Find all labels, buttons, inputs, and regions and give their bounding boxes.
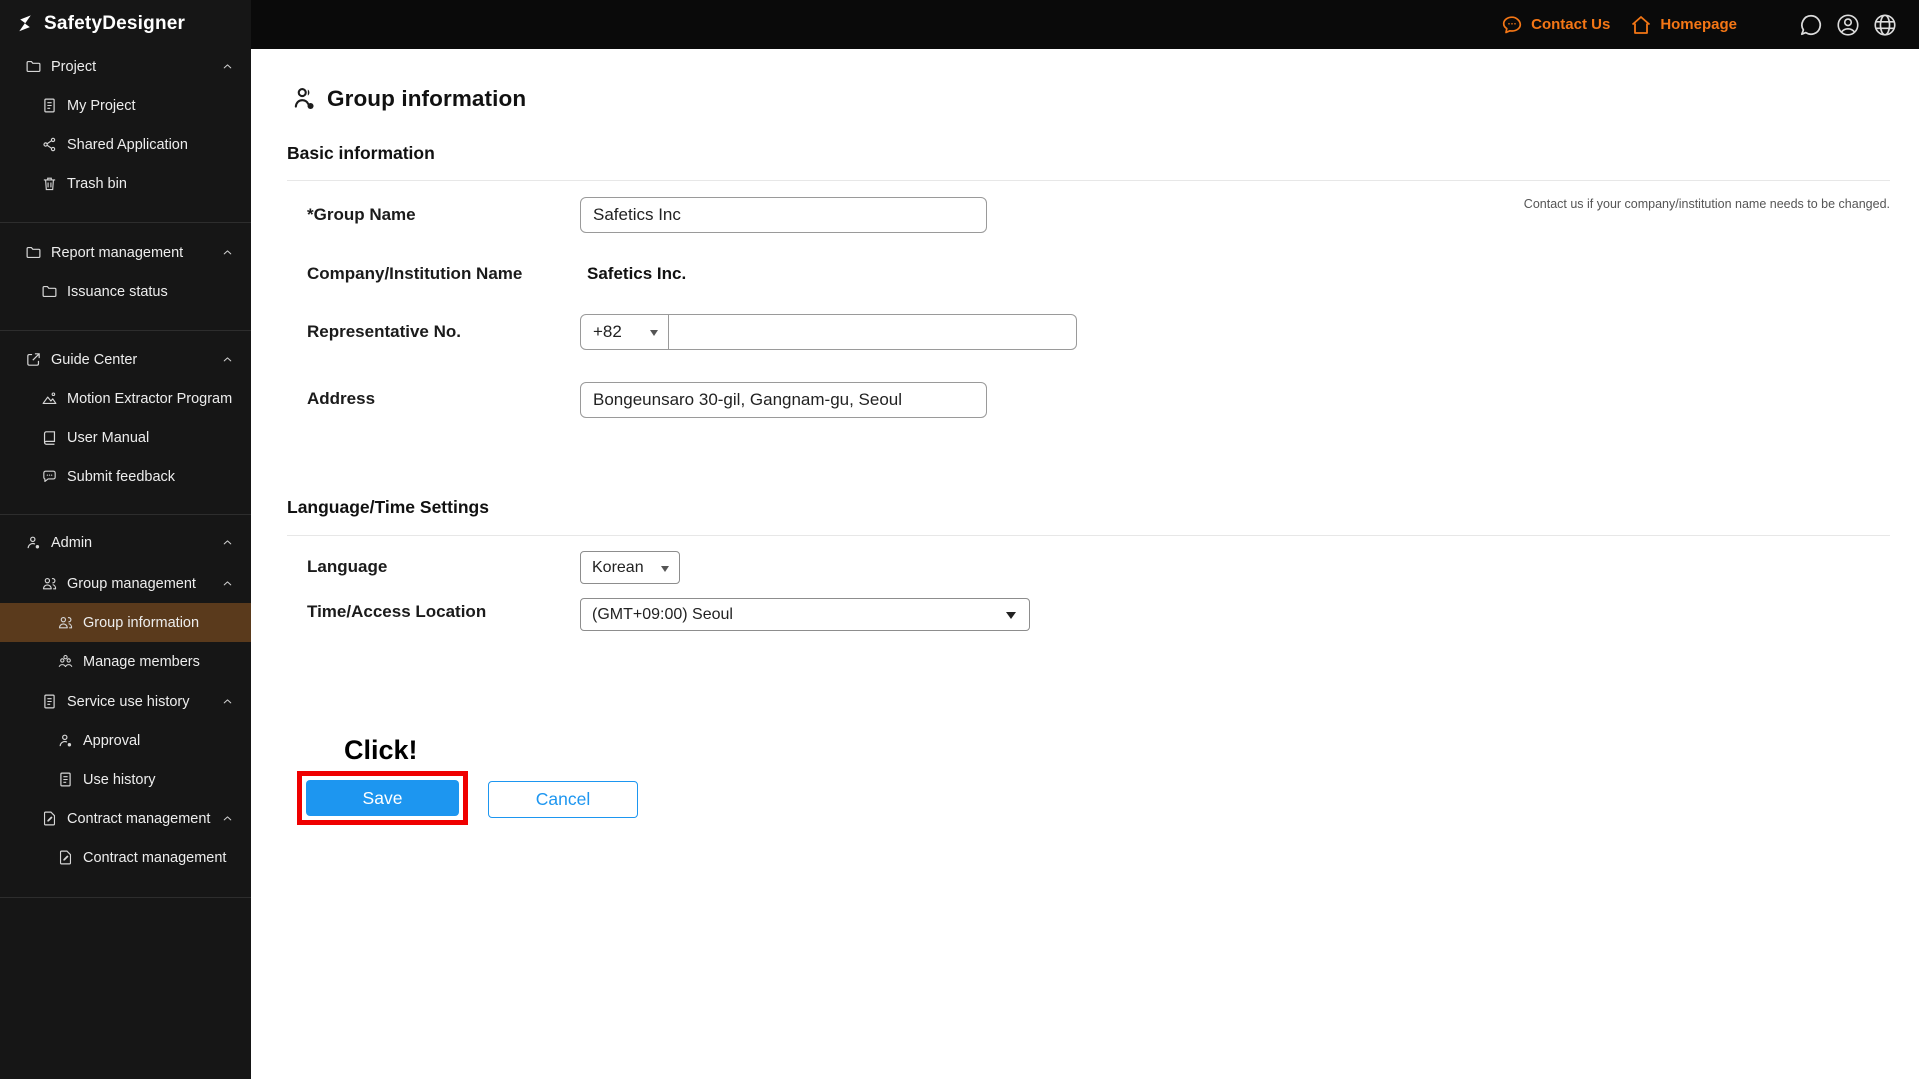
group-name-label: *Group Name [307,205,416,224]
sidebar-item-group-management[interactable]: Group management [0,564,251,603]
topbar-actions: Contact Us Homepage [1500,0,1898,49]
document-icon [57,771,74,788]
brand-logo[interactable]: SafetyDesigner [14,9,185,39]
person-icon [57,732,74,749]
sidebar-item-shared-application[interactable]: Shared Application [0,125,251,164]
sidebar-item-approval[interactable]: Approval [0,721,251,760]
sidebar-item-group-information[interactable]: Group information [0,603,251,642]
basic-information-title: Basic information [287,143,435,163]
admin-person-icon [25,534,42,551]
phone-number-input[interactable] [669,314,1077,350]
sidebar-item-project[interactable]: Project [0,47,251,86]
document-icon [41,97,58,114]
homepage-label: Homepage [1660,16,1737,33]
click-hint: Click! [344,735,418,765]
sidebar-item-guide-center[interactable]: Guide Center [0,340,251,379]
sidebar-divider [0,514,251,515]
sidebar-item-trash-bin[interactable]: Trash bin [0,164,251,203]
address-label: Address [307,389,376,408]
representative-no-field: +82 [580,314,1077,350]
address-input[interactable] [580,382,987,418]
history-document-icon [41,693,58,710]
folder-icon [41,283,58,300]
save-button[interactable]: Save [306,780,459,816]
group-name-input[interactable] [580,197,987,233]
company-name-value: Safetics Inc. [587,264,687,283]
sidebar-divider [0,897,251,898]
sidebar-item-contract-management-sub[interactable]: Contract management [0,838,251,877]
group-info-icon [290,85,318,113]
timezone-label: Time/Access Location [307,602,487,621]
folder-icon [25,244,42,261]
contract-icon [57,849,74,866]
account-icon[interactable] [1835,12,1861,38]
language-select[interactable]: Korean [580,551,680,584]
dropdown-caret-icon [650,330,658,336]
homepage-link[interactable]: Homepage [1629,13,1737,37]
section-divider [287,535,1890,536]
trash-icon [41,175,58,192]
dropdown-caret-icon [661,566,669,572]
language-label: Language [307,557,388,576]
sidebar-item-report-management[interactable]: Report management [0,233,251,272]
feedback-bubble-icon [41,468,58,485]
chevron-up-icon[interactable] [221,812,234,825]
motion-extractor-icon [41,390,58,407]
contact-us-label: Contact Us [1531,16,1611,33]
contract-icon [41,810,58,827]
sidebar-item-my-project[interactable]: My Project [0,86,251,125]
sidebar-item-submit-feedback[interactable]: Submit feedback [0,457,251,496]
home-icon [1629,13,1653,37]
chevron-up-icon[interactable] [221,695,234,708]
chevron-up-icon[interactable] [221,536,234,549]
company-name-note: Contact us if your company/institution n… [1523,197,1890,211]
timezone-select[interactable]: (GMT+09:00) Seoul [580,598,1030,631]
folder-icon [25,58,42,75]
contact-bubble-icon [1500,13,1524,37]
globe-icon[interactable] [1872,12,1898,38]
page-header: Group information [290,85,526,113]
chevron-up-icon[interactable] [221,60,234,73]
save-highlight-box: Save [297,771,468,825]
sidebar-item-user-manual[interactable]: User Manual [0,418,251,457]
section-divider [287,180,1890,181]
sidebar-item-issuance-status[interactable]: Issuance status [0,272,251,311]
sidebar-item-service-use-history[interactable]: Service use history [0,682,251,721]
language-time-settings-title: Language/Time Settings [287,497,489,517]
cancel-button[interactable]: Cancel [488,781,638,818]
sidebar: SafetyDesigner Project My Project Shared… [0,0,251,1079]
sidebar-item-admin[interactable]: Admin [0,523,251,562]
sidebar-divider [0,330,251,331]
representative-no-label: Representative No. [307,322,461,341]
group-icon [57,614,74,631]
brand-name: SafetyDesigner [44,13,186,34]
topbar: Contact Us Homepage [0,0,1919,49]
country-code-select[interactable]: +82 [580,314,669,350]
contact-us-link[interactable]: Contact Us [1500,13,1610,37]
share-icon [41,136,58,153]
sidebar-divider [0,222,251,223]
members-icon [57,653,74,670]
company-name-label: Company/Institution Name [307,264,523,283]
chevron-up-icon[interactable] [221,577,234,590]
book-icon [41,429,58,446]
main-content: Group information Basic information Cont… [251,49,1919,1079]
dropdown-caret-icon [1006,612,1016,619]
sidebar-item-use-history[interactable]: Use history [0,760,251,799]
sidebar-item-manage-members[interactable]: Manage members [0,642,251,681]
brand-icon [14,13,37,36]
chevron-up-icon[interactable] [221,246,234,259]
sidebar-item-contract-management[interactable]: Contract management [0,799,251,838]
chevron-up-icon[interactable] [221,353,234,366]
chat-icon[interactable] [1798,12,1824,38]
page-title: Group information [327,86,527,111]
sidebar-item-motion-extractor-program[interactable]: Motion Extractor Program [0,379,251,418]
external-link-icon [25,351,42,368]
group-icon [41,575,58,592]
